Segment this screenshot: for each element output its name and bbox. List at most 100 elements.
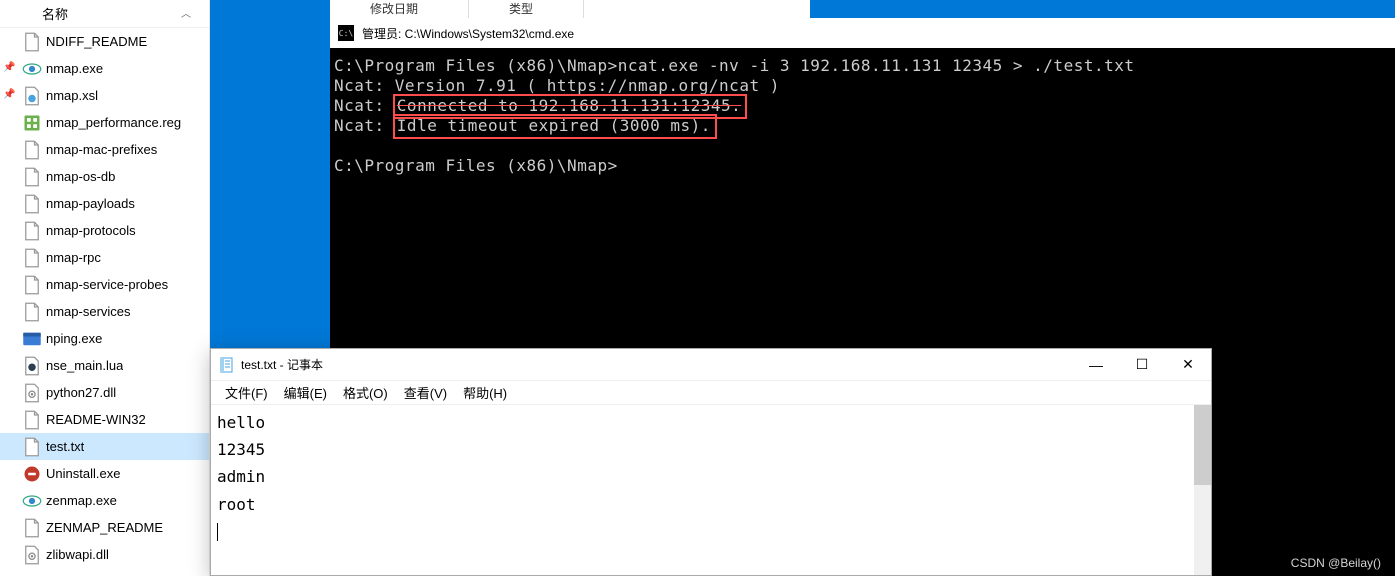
file-icon xyxy=(22,520,42,536)
file-name: nmap-os-db xyxy=(46,169,115,184)
file-row[interactable]: nmap-mac-prefixes xyxy=(0,136,209,163)
sort-caret-icon: ︿ xyxy=(181,5,191,20)
notepad-body[interactable]: hello12345adminroot xyxy=(211,405,1211,575)
notepad-window: test.txt - 记事本 — ☐ ✕ 文件(F)编辑(E)格式(O)查看(V… xyxy=(210,348,1212,576)
file-row[interactable]: Uninstall.exe xyxy=(0,460,209,487)
file-row[interactable]: NDIFF_README xyxy=(0,28,209,55)
file-icon xyxy=(22,115,42,131)
notepad-line: admin xyxy=(217,463,1205,490)
file-name: README-WIN32 xyxy=(46,412,146,427)
file-icon xyxy=(22,493,42,509)
column-header-name[interactable]: 名称 ︿ xyxy=(0,0,209,28)
file-name: nping.exe xyxy=(46,331,102,346)
cmd-command: ncat.exe -nv -i 3 192.168.11.131 12345 >… xyxy=(618,56,1135,75)
maximize-button[interactable]: ☐ xyxy=(1119,349,1165,381)
menu-item[interactable]: 格式(O) xyxy=(335,381,396,404)
file-icon xyxy=(22,169,42,185)
file-name: Uninstall.exe xyxy=(46,466,120,481)
cmd-output-prefix: Ncat: xyxy=(334,96,395,115)
cmd-title: 管理员: C:\Windows\System32\cmd.exe xyxy=(362,25,574,42)
pin-icon: 📌 xyxy=(3,89,15,101)
file-name: nmap-services xyxy=(46,304,131,319)
file-row[interactable]: zlibwapi.dll xyxy=(0,541,209,568)
menu-item[interactable]: 帮助(H) xyxy=(455,381,515,404)
file-row[interactable]: ZENMAP_README xyxy=(0,514,209,541)
file-icon xyxy=(22,439,42,455)
file-name: ZENMAP_README xyxy=(46,520,163,535)
file-name: nmap.exe xyxy=(46,61,103,76)
tab-header-type: 类型 xyxy=(469,0,584,18)
notepad-menubar: 文件(F)编辑(E)格式(O)查看(V)帮助(H) xyxy=(211,381,1211,405)
cmd-output-line: Ncat: Version 7.91 ( https://nmap.org/nc… xyxy=(334,76,1391,96)
file-row[interactable]: nmap-rpc xyxy=(0,244,209,271)
file-name: NDIFF_README xyxy=(46,34,147,49)
column-header-label: 名称 xyxy=(42,4,68,23)
cmd-titlebar[interactable]: C:\ 管理员: C:\Windows\System32\cmd.exe xyxy=(330,18,1395,48)
cmd-output-prefix: Ncat: xyxy=(334,116,395,135)
file-row[interactable]: nmap-service-probes xyxy=(0,271,209,298)
file-name: nmap-rpc xyxy=(46,250,101,265)
file-icon xyxy=(22,277,42,293)
file-row[interactable]: nmap-protocols xyxy=(0,217,209,244)
file-icon xyxy=(22,88,42,104)
file-icon xyxy=(22,466,42,482)
minimize-button[interactable]: — xyxy=(1073,349,1119,381)
file-explorer-panel: 名称 ︿ NDIFF_README 📌 nmap.exe 📌 nmap.xsl nmap_… xyxy=(0,0,210,576)
menu-item[interactable]: 文件(F) xyxy=(217,381,276,404)
file-name: nmap-payloads xyxy=(46,196,135,211)
file-name: test.txt xyxy=(46,439,84,454)
file-name: nmap-service-probes xyxy=(46,277,168,292)
file-row[interactable]: 📌 nmap.xsl xyxy=(0,82,209,109)
file-name: nmap.xsl xyxy=(46,88,98,103)
close-button[interactable]: ✕ xyxy=(1165,349,1211,381)
file-row[interactable]: 📌 nmap.exe xyxy=(0,55,209,82)
scrollbar-thumb[interactable] xyxy=(1194,405,1211,485)
file-name: nmap_performance.reg xyxy=(46,115,181,130)
file-icon xyxy=(22,385,42,401)
background-tabs: 修改日期 类型 xyxy=(330,0,810,18)
file-icon xyxy=(22,34,42,50)
menu-item[interactable]: 查看(V) xyxy=(396,381,455,404)
file-row[interactable]: nmap-os-db xyxy=(0,163,209,190)
file-row[interactable]: nse_main.lua xyxy=(0,352,209,379)
file-name: nse_main.lua xyxy=(46,358,123,373)
file-row[interactable]: nmap_performance.reg xyxy=(0,109,209,136)
file-row[interactable]: nmap-services xyxy=(0,298,209,325)
file-icon xyxy=(22,223,42,239)
file-name: zenmap.exe xyxy=(46,493,117,508)
cmd-prompt: C:\Program Files (x86)\Nmap> xyxy=(334,156,1391,176)
notepad-icon xyxy=(219,357,235,373)
file-row[interactable]: zenmap.exe xyxy=(0,487,209,514)
file-list: NDIFF_README 📌 nmap.exe 📌 nmap.xsl nmap_perfo… xyxy=(0,28,209,568)
file-row[interactable]: python27.dll xyxy=(0,379,209,406)
cmd-icon: C:\ xyxy=(338,25,354,41)
cmd-highlight-timeout: Idle timeout expired (3000 ms). xyxy=(393,114,717,139)
scrollbar-vertical[interactable] xyxy=(1194,405,1211,575)
file-row[interactable]: nmap-payloads xyxy=(0,190,209,217)
file-icon xyxy=(22,250,42,266)
desktop-bluebar xyxy=(813,0,1395,18)
file-icon xyxy=(22,61,42,77)
file-name: nmap-protocols xyxy=(46,223,136,238)
file-row[interactable]: nping.exe xyxy=(0,325,209,352)
notepad-line: root xyxy=(217,491,1205,518)
file-icon xyxy=(22,142,42,158)
file-name: python27.dll xyxy=(46,385,116,400)
cmd-body[interactable]: C:\Program Files (x86)\Nmap> ncat.exe -nv… xyxy=(330,48,1395,184)
file-icon xyxy=(22,547,42,563)
file-icon xyxy=(22,304,42,320)
cmd-highlight-connected: Connected to 192.168.11.131:12345. xyxy=(397,96,742,115)
file-name: zlibwapi.dll xyxy=(46,547,109,562)
tab-header-date: 修改日期 xyxy=(330,0,469,18)
file-icon xyxy=(22,196,42,212)
notepad-line: hello xyxy=(217,409,1205,436)
menu-item[interactable]: 编辑(E) xyxy=(276,381,335,404)
file-row[interactable]: README-WIN32 xyxy=(0,406,209,433)
watermark: CSDN @Beilay() xyxy=(1291,556,1381,570)
file-row[interactable]: test.txt xyxy=(0,433,209,460)
file-icon xyxy=(22,331,42,347)
notepad-line: 12345 xyxy=(217,436,1205,463)
notepad-titlebar[interactable]: test.txt - 记事本 — ☐ ✕ xyxy=(211,349,1211,381)
notepad-title: test.txt - 记事本 xyxy=(241,356,1073,373)
pin-icon: 📌 xyxy=(3,62,15,74)
